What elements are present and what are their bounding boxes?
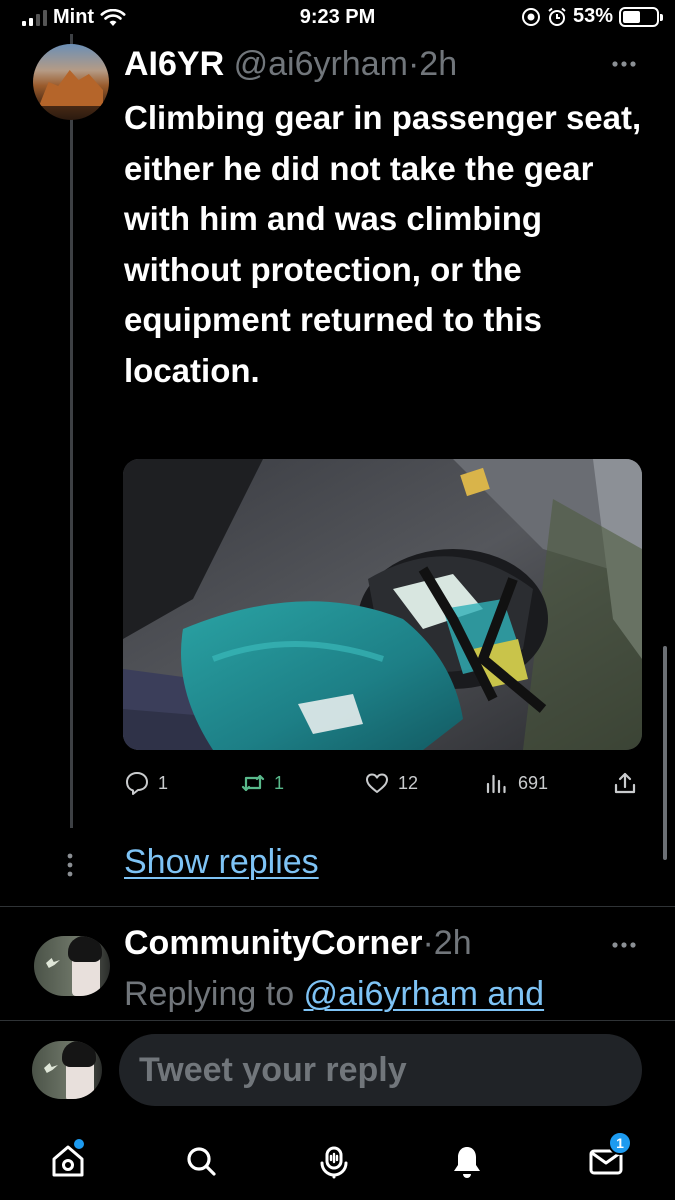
messages-badge: 1 bbox=[608, 1131, 632, 1155]
share-action[interactable] bbox=[612, 770, 638, 796]
views-action[interactable]: 691 bbox=[484, 770, 548, 796]
author-name[interactable]: AI6YR bbox=[124, 45, 224, 83]
meta-separator: · bbox=[407, 45, 420, 83]
scrollbar[interactable] bbox=[663, 646, 667, 860]
author-handle[interactable]: @ai6yrham bbox=[234, 45, 408, 83]
show-replies-link[interactable]: Show replies bbox=[124, 843, 319, 882]
status-right: 53% bbox=[521, 5, 663, 28]
compose-divider bbox=[0, 1020, 675, 1021]
retweet-icon bbox=[241, 774, 265, 792]
car-seat-photo bbox=[123, 459, 642, 750]
heart-icon bbox=[366, 773, 388, 793]
reply-author-avatar[interactable] bbox=[34, 936, 110, 996]
retweet-action[interactable]: 1 bbox=[240, 770, 284, 796]
replying-to: Replying to @ai6yrham and bbox=[124, 975, 544, 1014]
status-bar: Mint 9:23 PM 53% bbox=[0, 0, 675, 36]
nav-messages[interactable]: 1 bbox=[582, 1131, 632, 1185]
battery-level bbox=[623, 10, 640, 23]
retweet-count: 1 bbox=[274, 772, 285, 793]
my-avatar[interactable] bbox=[32, 1041, 102, 1099]
reply-tweet-time: 2h bbox=[433, 924, 472, 962]
home-unread-dot bbox=[74, 1139, 84, 1149]
tweet-time: 2h bbox=[419, 45, 458, 83]
tweet-text: Climbing gear in passenger seat, either … bbox=[124, 99, 642, 389]
tweet-divider bbox=[0, 906, 675, 907]
reply-icon bbox=[126, 772, 148, 795]
tweet-header: AI6YR @ai6yrham·2h bbox=[124, 45, 457, 84]
tweet-actions: 1 1 12 691 bbox=[0, 770, 675, 806]
battery-percentage: 53% bbox=[572, 5, 613, 27]
like-count: 12 bbox=[398, 772, 419, 793]
tweet-photo[interactable] bbox=[123, 459, 642, 750]
reply-author-name[interactable]: CommunityCorner bbox=[124, 924, 422, 962]
battery-icon bbox=[619, 6, 663, 27]
reply-count: 1 bbox=[158, 772, 169, 793]
reply-meta-separator: · bbox=[422, 924, 434, 962]
nav-home[interactable] bbox=[44, 1137, 92, 1185]
nav-spaces[interactable] bbox=[310, 1137, 358, 1185]
notifications-icon bbox=[454, 1147, 480, 1178]
nav-notifications[interactable] bbox=[443, 1137, 491, 1185]
views-count: 691 bbox=[518, 772, 549, 793]
alarm-icon bbox=[548, 7, 566, 26]
nav-search[interactable] bbox=[177, 1137, 225, 1185]
thread-more-dots-icon bbox=[67, 853, 73, 877]
views-icon bbox=[486, 774, 506, 794]
replying-handle-link[interactable]: @ai6yrham and bbox=[304, 975, 545, 1013]
reply-action[interactable]: 1 bbox=[124, 770, 168, 796]
reply-more-options-icon[interactable] bbox=[611, 941, 637, 949]
author-avatar[interactable] bbox=[33, 44, 109, 120]
like-action[interactable]: 12 bbox=[364, 770, 418, 796]
reply-input[interactable] bbox=[119, 1034, 642, 1106]
screen-record-icon bbox=[521, 7, 540, 26]
reply-tweet-header: CommunityCorner·2h bbox=[124, 924, 472, 963]
share-icon bbox=[614, 772, 636, 794]
bottom-nav: 1 bbox=[0, 1121, 675, 1200]
spaces-icon bbox=[320, 1146, 348, 1179]
more-options-icon[interactable] bbox=[611, 60, 637, 68]
replying-prefix: Replying to bbox=[124, 975, 304, 1013]
thread-connector-line bbox=[70, 34, 73, 828]
search-icon bbox=[187, 1147, 216, 1176]
